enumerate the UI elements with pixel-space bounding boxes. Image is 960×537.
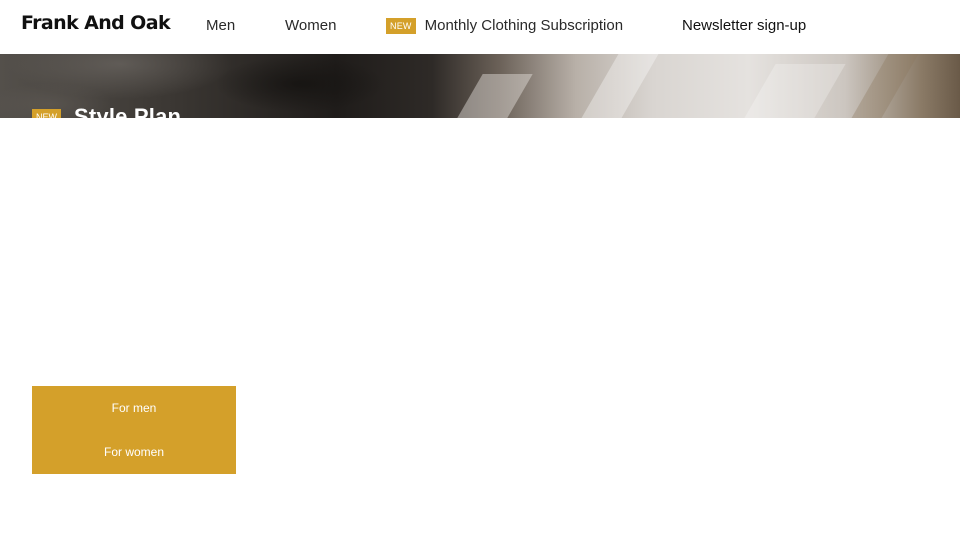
new-badge: NEW: [386, 17, 416, 34]
site-header: Frank And Oak Men Women NEW Monthly Clot…: [0, 0, 960, 54]
nav-link-subscription[interactable]: NEW Monthly Clothing Subscription: [386, 17, 623, 34]
hero-new-badge: NEW: [32, 109, 61, 118]
nav-link-women[interactable]: Women: [285, 17, 336, 34]
hero-title: Style Plan: [74, 104, 182, 118]
brand-logo[interactable]: Frank And Oak: [21, 12, 171, 34]
content-area: For men For women: [0, 118, 960, 537]
nav-link-newsletter[interactable]: Newsletter sign-up: [682, 17, 806, 34]
hero-banner: NEW Style Plan: [0, 54, 960, 118]
hero-title-row: NEW Style Plan: [32, 104, 181, 118]
page: Frank And Oak Men Women NEW Monthly Clot…: [0, 0, 960, 537]
gender-select-panel: For men For women: [32, 386, 236, 474]
nav-link-men[interactable]: Men: [206, 17, 235, 34]
for-men-button[interactable]: For men: [32, 386, 236, 430]
nav-link-subscription-label: Monthly Clothing Subscription: [424, 17, 624, 34]
for-women-button[interactable]: For women: [32, 430, 236, 474]
